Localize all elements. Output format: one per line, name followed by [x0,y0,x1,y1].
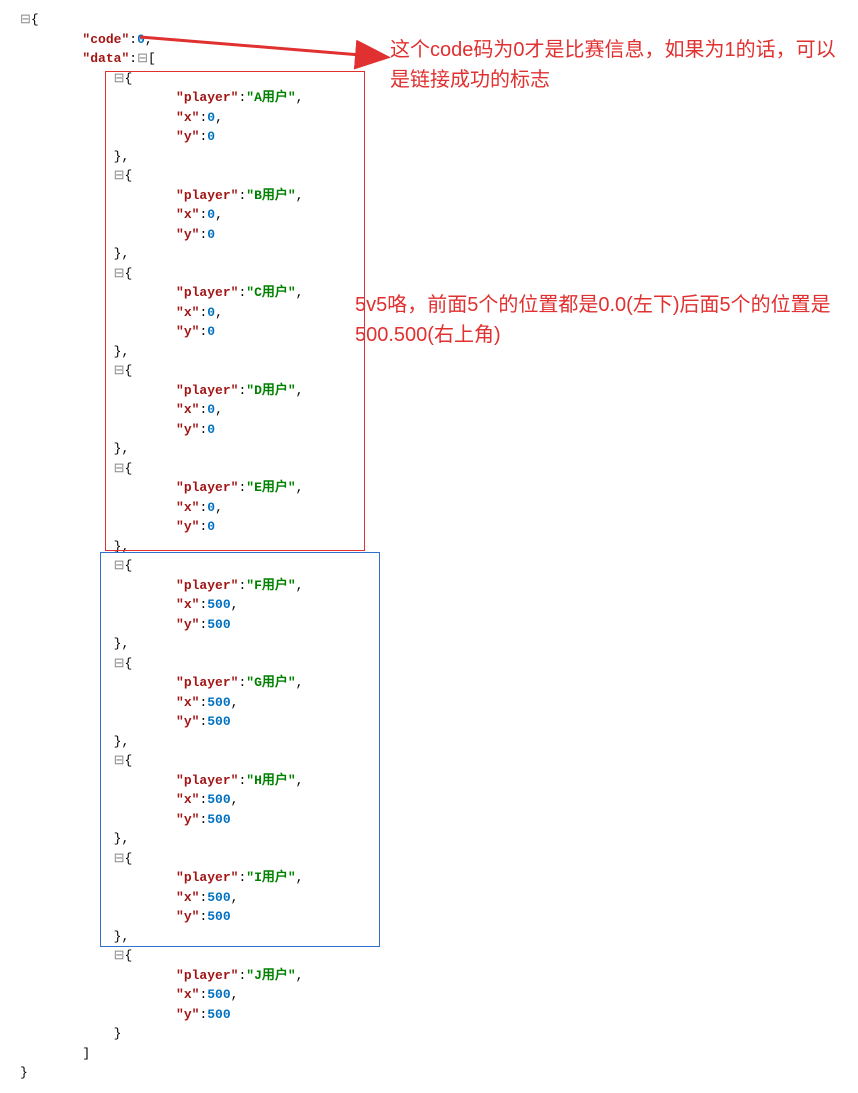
player-value: "H用户" [246,773,295,788]
y-value: 0 [207,519,215,534]
player-value: "I用户" [246,870,295,885]
y-value: 500 [207,1007,230,1022]
collapse-icon[interactable]: ⊟ [114,656,125,671]
y-value: 500 [207,714,230,729]
y-value: 500 [207,909,230,924]
x-value: 500 [207,890,230,905]
annotation-code: 这个code码为0才是比赛信息，如果为1的话，可以是链接成功的标志 [390,35,840,95]
x-value: 0 [207,402,215,417]
x-value: 500 [207,597,230,612]
collapse-icon[interactable]: ⊟ [114,753,125,768]
collapse-icon[interactable]: ⊟ [114,558,125,573]
x-value: 500 [207,695,230,710]
collapse-icon[interactable]: ⊟ [114,948,125,963]
y-value: 0 [207,227,215,242]
code-value: 0 [137,32,145,47]
y-value: 500 [207,812,230,827]
x-value: 0 [207,207,215,222]
x-value: 0 [207,305,215,320]
player-value: "C用户" [246,285,295,300]
json-viewer: ⊟{ "code":0, "data":⊟[ ⊟{ "player":"A用户"… [20,10,838,1083]
player-value: "B用户" [246,188,295,203]
player-value: "G用户" [246,675,295,690]
y-value: 0 [207,129,215,144]
annotation-positions: 5v5咯，前面5个的位置都是0.0(左下)后面5个的位置是500.500(右上角… [355,290,835,350]
player-value: "J用户" [246,968,295,983]
collapse-icon[interactable]: ⊟ [114,266,125,281]
x-value: 500 [207,792,230,807]
collapse-icon[interactable]: ⊟ [114,461,125,476]
x-value: 0 [207,110,215,125]
collapse-icon[interactable]: ⊟ [114,851,125,866]
collapse-icon[interactable]: ⊟ [20,12,31,27]
y-value: 500 [207,617,230,632]
player-value: "D用户" [246,383,295,398]
collapse-icon[interactable]: ⊟ [114,71,125,86]
y-value: 0 [207,324,215,339]
player-value: "F用户" [246,578,295,593]
player-value: "A用户" [246,90,295,105]
collapse-icon[interactable]: ⊟ [114,363,125,378]
player-value: "E用户" [246,480,295,495]
x-value: 500 [207,987,230,1002]
x-value: 0 [207,500,215,515]
collapse-icon[interactable]: ⊟ [137,51,148,66]
y-value: 0 [207,422,215,437]
collapse-icon[interactable]: ⊟ [114,168,125,183]
